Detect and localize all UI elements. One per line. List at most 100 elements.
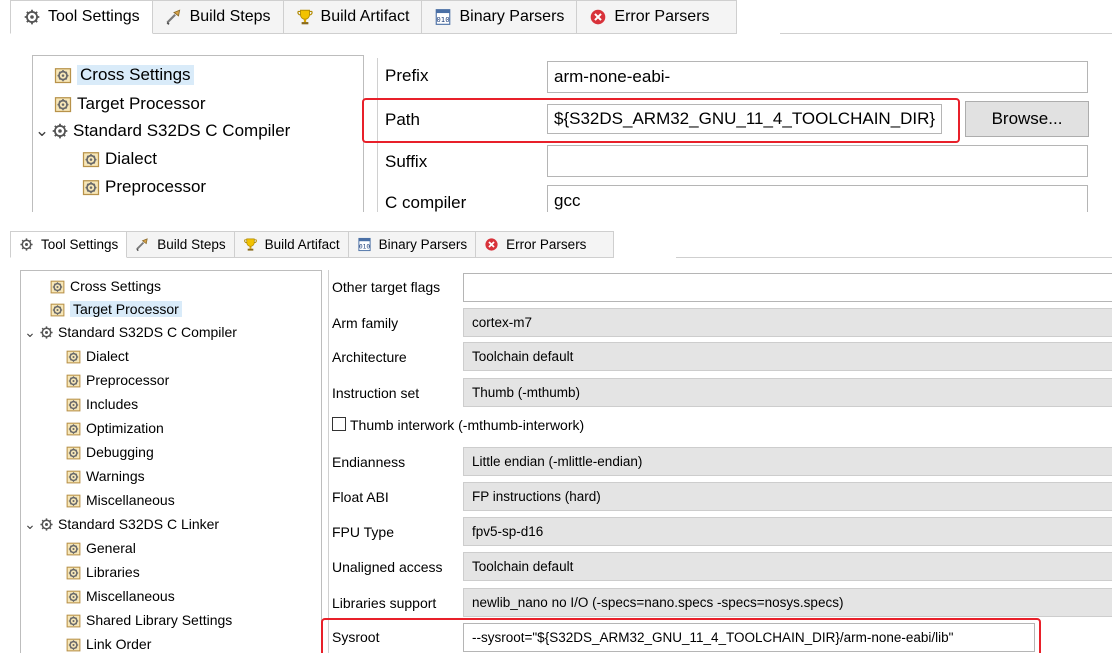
tree-item-dialect[interactable]: Dialect <box>81 146 157 172</box>
gear-page-icon <box>49 278 66 295</box>
tree-item-c-compiler[interactable]: ⌄ Standard S32DS C Compiler <box>23 321 237 343</box>
tree-item-c-linker[interactable]: ⌄ Standard S32DS C Linker <box>23 513 219 535</box>
tab-label: Build Steps <box>189 8 271 25</box>
tab-label: Tool Settings <box>41 237 119 252</box>
tree-item-compiler-miscellaneous[interactable]: Miscellaneous <box>65 489 175 511</box>
tree-item-optimization[interactable]: Optimization <box>65 417 164 439</box>
gear-page-icon <box>65 348 82 365</box>
gear-page-icon <box>53 65 73 85</box>
thumb-interwork-checkbox[interactable] <box>332 417 346 431</box>
gear-icon <box>51 122 69 140</box>
gear-page-icon <box>49 301 66 318</box>
chevron-down-icon[interactable]: ⌄ <box>23 516 37 533</box>
c-compiler-label: C compiler <box>385 193 467 212</box>
gear-page-icon <box>65 636 82 653</box>
tree-item-label: Libraries <box>86 564 140 580</box>
gear-page-icon <box>65 444 82 461</box>
tree-item-dialect[interactable]: Dialect <box>65 345 129 367</box>
gear-page-icon <box>65 468 82 485</box>
architecture-select[interactable]: Toolchain default <box>463 342 1112 371</box>
fpu-type-label: FPU Type <box>332 524 394 540</box>
tab-label: Tool Settings <box>48 8 140 25</box>
gear-page-icon <box>65 396 82 413</box>
suffix-label: Suffix <box>385 152 428 171</box>
tree-item-linker-miscellaneous[interactable]: Miscellaneous <box>65 585 175 607</box>
tree-item-cross-settings[interactable]: Cross Settings <box>53 62 211 88</box>
thumb-interwork-label: Thumb interwork (-mthumb-interwork) <box>350 417 585 433</box>
build-steps-icon <box>135 237 150 252</box>
tree-item-label: Cross Settings <box>77 65 194 85</box>
unaligned-access-select[interactable]: Toolchain default <box>463 552 1112 581</box>
tool-settings-icon <box>23 8 41 26</box>
tree-item-label: Preprocessor <box>86 372 170 388</box>
tree-item-includes[interactable]: Includes <box>65 393 138 415</box>
top-settings-panel: Tool Settings Build Steps Build Artifact… <box>0 0 1112 212</box>
tree-item-c-compiler[interactable]: ⌄ Standard S32DS C Compiler <box>35 118 290 144</box>
binary-parsers-icon <box>434 8 452 26</box>
tree-item-shared-library-settings[interactable]: Shared Library Settings <box>65 609 232 631</box>
chevron-down-icon[interactable]: ⌄ <box>23 324 37 341</box>
tool-settings-icon <box>19 237 34 252</box>
chevron-down-icon[interactable]: ⌄ <box>35 121 49 141</box>
tab-tool-settings[interactable]: Tool Settings <box>10 231 128 258</box>
tab-tool-settings[interactable]: Tool Settings <box>10 0 153 34</box>
tree-item-label: Target Processor <box>70 301 182 317</box>
tree-item-link-order[interactable]: Link Order <box>65 633 151 653</box>
gear-page-icon <box>65 420 82 437</box>
tree-item-warnings[interactable]: Warnings <box>65 465 145 487</box>
other-target-flags-field[interactable] <box>463 273 1112 302</box>
architecture-label: Architecture <box>332 349 407 365</box>
float-abi-select[interactable]: FP instructions (hard) <box>463 482 1112 511</box>
tree-item-label: Miscellaneous <box>86 492 175 508</box>
path-label: Path <box>385 110 420 129</box>
tree-item-debugging[interactable]: Debugging <box>65 441 154 463</box>
tree-item-label: Standard S32DS C Compiler <box>58 324 237 340</box>
fpu-type-select[interactable]: fpv5-sp-d16 <box>463 517 1112 546</box>
sysroot-field[interactable]: --sysroot="${S32DS_ARM32_GNU_11_4_TOOLCH… <box>463 623 1035 652</box>
gear-page-icon <box>53 94 73 114</box>
tab-build-artifact[interactable]: Build Artifact <box>234 231 349 258</box>
gear-icon <box>39 517 54 532</box>
tab-build-artifact[interactable]: Build Artifact <box>283 0 423 34</box>
tree-item-label: Cross Settings <box>70 278 162 294</box>
tab-build-steps[interactable]: Build Steps <box>127 231 235 258</box>
tab-binary-parsers[interactable]: Binary Parsers <box>348 231 477 258</box>
prefix-field[interactable]: arm-none-eabi- <box>547 61 1088 93</box>
path-field[interactable]: ${S32DS_ARM32_GNU_11_4_TOOLCHAIN_DIR} <box>547 104 942 134</box>
bottom-settings-panel: Tool Settings Build Steps Build Artifact… <box>0 218 1112 653</box>
tree-item-preprocessor[interactable]: Preprocessor <box>81 174 206 200</box>
tree-item-label: Miscellaneous <box>86 588 175 604</box>
tab-binary-parsers[interactable]: Binary Parsers <box>422 0 578 34</box>
tree-item-label: Dialect <box>86 348 129 364</box>
instruction-set-select[interactable]: Thumb (-mthumb) <box>463 378 1112 407</box>
settings-tree: Cross Settings Target Processor ⌄ Standard … <box>20 270 322 653</box>
tab-error-parsers[interactable]: Error Parsers <box>577 0 738 34</box>
tree-item-label: General <box>86 540 136 556</box>
arm-family-select[interactable]: cortex-m7 <box>463 308 1112 337</box>
libraries-support-select[interactable]: newlib_nano no I/O (-specs=nano.specs -s… <box>463 588 1112 617</box>
thumb-interwork-option[interactable]: Thumb interwork (-mthumb-interwork) <box>332 417 584 433</box>
tree-item-label: Warnings <box>86 468 145 484</box>
libraries-support-label: Libraries support <box>332 595 437 611</box>
tab-label: Binary Parsers <box>378 237 468 252</box>
tree-item-general[interactable]: General <box>65 537 136 559</box>
tab-error-parsers[interactable]: Error Parsers <box>476 231 615 258</box>
tree-item-preprocessor[interactable]: Preprocessor <box>65 369 169 391</box>
tab-build-steps[interactable]: Build Steps <box>152 0 284 34</box>
tree-item-label: Preprocessor <box>105 177 207 196</box>
tab-label: Error Parsers <box>614 8 710 25</box>
tree-item-cross-settings[interactable]: Cross Settings <box>49 275 161 297</box>
suffix-field[interactable] <box>547 145 1088 177</box>
c-compiler-field[interactable]: gcc <box>547 185 1088 212</box>
browse-button[interactable]: Browse... <box>965 101 1089 137</box>
tree-item-target-processor[interactable]: Target Processor <box>53 91 206 117</box>
unaligned-access-label: Unaligned access <box>332 559 443 575</box>
tab-label: Build Steps <box>157 237 226 252</box>
tree-item-libraries[interactable]: Libraries <box>65 561 140 583</box>
gear-page-icon <box>65 564 82 581</box>
tree-item-target-processor[interactable]: Target Processor <box>49 298 182 320</box>
gear-icon <box>39 325 54 340</box>
error-parsers-icon <box>589 8 607 26</box>
endianness-select[interactable]: Little endian (-mlittle-endian) <box>463 447 1112 476</box>
tab-label: Build Artifact <box>264 237 340 252</box>
